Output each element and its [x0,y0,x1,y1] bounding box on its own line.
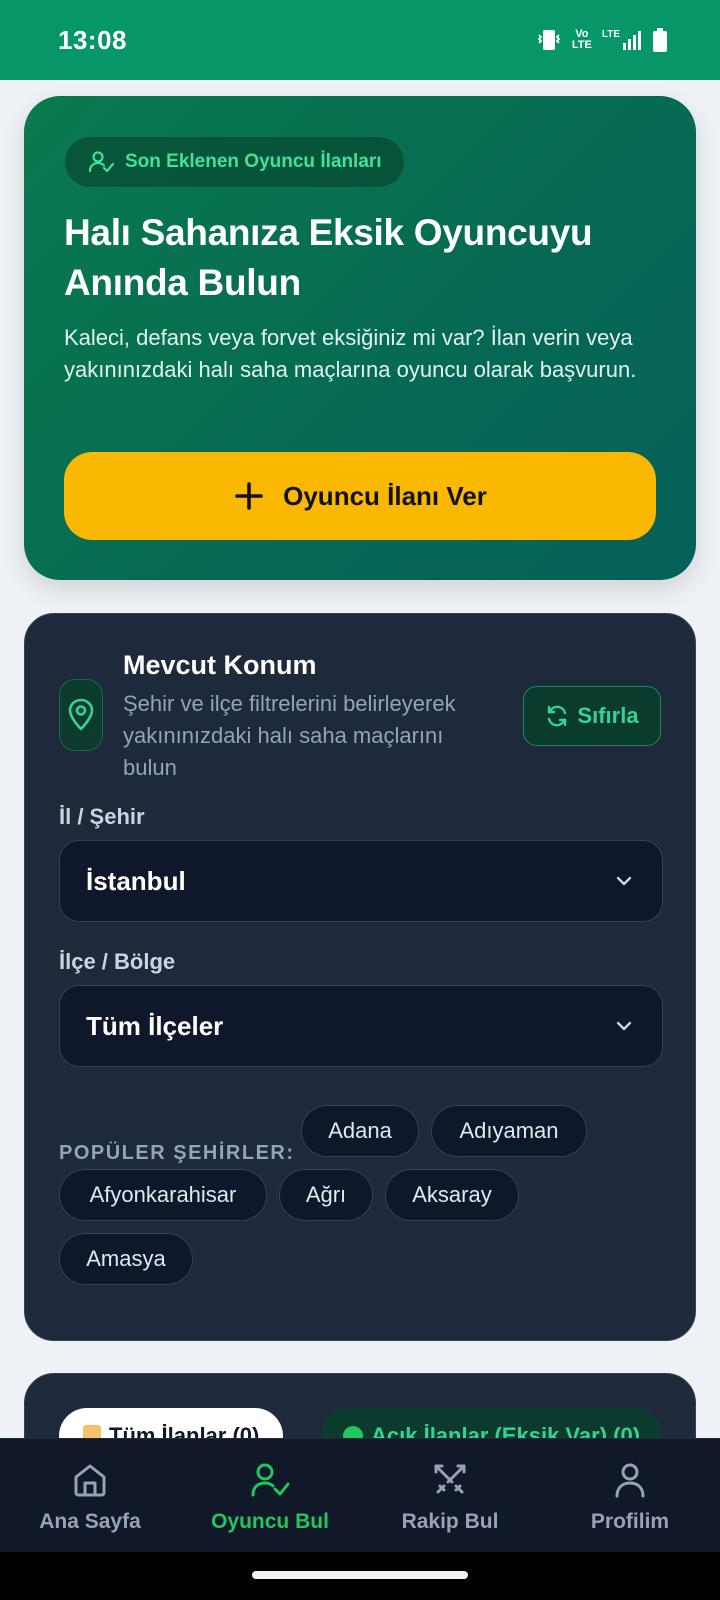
plus-icon [235,482,263,510]
location-filter-card: Mevcut Konum Şehir ve ilçe filtrelerini … [24,613,696,1341]
nav-item-find-player[interactable]: Oyuncu Bul [180,1439,360,1552]
swords-icon [434,1464,466,1493]
profile-icon [615,1463,645,1497]
city-chip-agri[interactable]: Ağrı [279,1169,373,1221]
hero-badge-label: Son Eklenen Oyuncu İlanları [125,151,382,172]
map-pin-icon [68,698,94,731]
reset-button[interactable]: Sıfırla [523,686,661,746]
user-check-icon [88,151,115,173]
location-icon-box [59,679,103,751]
refresh-icon [548,705,567,727]
city-select-value: İstanbul [86,865,186,896]
location-description: Şehir ve ilçe filtrelerini belirleyerek … [123,691,456,780]
city-chip-amasya[interactable]: Amasya [59,1233,193,1285]
nav-item-profile[interactable]: Profilim [540,1439,720,1552]
city-chip-adiyaman[interactable]: Adıyaman [431,1105,587,1157]
chevron-down-icon [616,1021,632,1031]
gesture-area [0,1552,720,1600]
home-gesture-handle[interactable] [252,1571,468,1579]
battery-icon [653,28,667,52]
district-select[interactable]: Tüm İlçeler [59,985,663,1067]
district-label: İlçe / Bölge [59,949,176,974]
city-select[interactable]: İstanbul [59,840,663,922]
home-icon [74,1464,106,1496]
location-title: Mevcut Konum [123,650,317,680]
city-label: İl / Şehir [59,804,145,829]
city-chip-afyonkarahisar[interactable]: Afyonkarahisar [59,1169,267,1221]
nav-label-home: Ana Sayfa [39,1509,141,1533]
hero-description: Kaleci, defans veya forvet eksiğiniz mi … [64,325,637,382]
hero-banner: Son Eklenen Oyuncu İlanları Halı Sahanız… [24,96,696,580]
city-chip-aksaray[interactable]: Aksaray [385,1169,519,1221]
popular-cities-label: POPÜLER ŞEHİRLER: [59,1142,295,1164]
status-icons: Vo LTE LTE [536,27,668,53]
status-time: 13:08 [58,24,127,55]
bottom-nav: Ana Sayfa Oyuncu Bul Rakip Bul Profilim [0,1438,720,1552]
nav-label-find-opponent: Rakip Bul [401,1509,499,1533]
status-bar: 13:08 Vo LTE LTE [0,0,720,80]
nav-label-find-player: Oyuncu Bul [211,1509,329,1533]
user-check-icon [251,1463,290,1496]
reset-label: Sıfırla [577,703,639,728]
lte-signal-icon: LTE [602,29,642,51]
city-chip-adana[interactable]: Adana [301,1105,419,1157]
vibrate-icon [537,30,561,50]
nav-item-find-opponent[interactable]: Rakip Bul [360,1439,540,1552]
create-player-listing-label: Oyuncu İlanı Ver [283,480,487,511]
chevron-down-icon [616,876,632,886]
create-player-listing-button[interactable]: Oyuncu İlanı Ver [64,452,656,540]
volte-icon: Vo LTE [571,28,592,51]
hero-badge: Son Eklenen Oyuncu İlanları [64,136,405,188]
district-select-value: Tüm İlçeler [86,1010,224,1041]
lte-label: LTE [601,29,620,40]
nav-label-profile: Profilim [590,1509,670,1533]
hero-title: Halı Sahanıza Eksik Oyuncuyu Anında Bulu… [64,212,593,303]
nav-item-home[interactable]: Ana Sayfa [0,1439,180,1552]
